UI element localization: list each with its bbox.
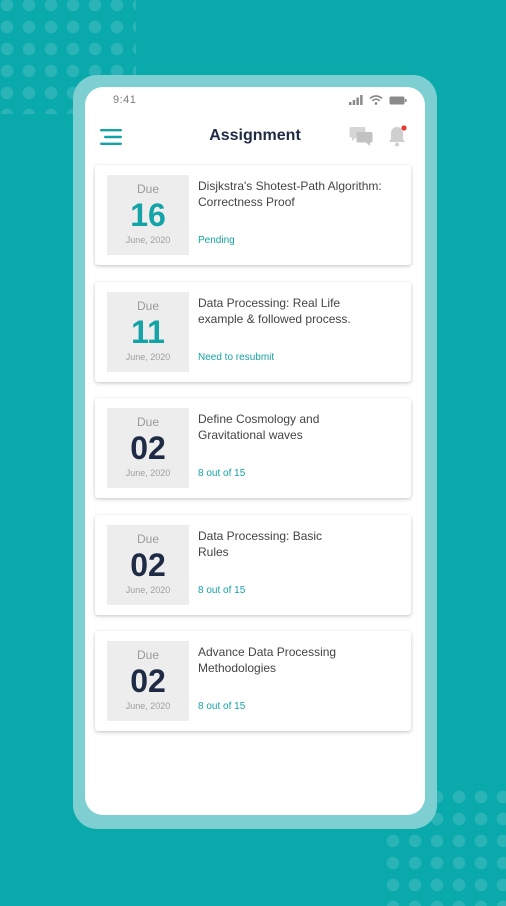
due-month-year: June, 2020	[125, 701, 171, 711]
due-label: Due	[136, 299, 159, 313]
app-bar: Assignment	[85, 117, 425, 157]
due-month-year: June, 2020	[125, 585, 171, 595]
chat-bubbles-icon	[349, 127, 373, 146]
due-date-box: Due 02 June, 2020	[107, 641, 189, 721]
chat-button[interactable]	[349, 125, 373, 147]
due-day: 02	[130, 430, 166, 466]
assignment-card[interactable]: Due 16 June, 2020 Disjkstra's Shotest-Pa…	[95, 165, 411, 265]
assignment-status: 8 out of 15	[198, 468, 246, 479]
assignment-card[interactable]: Due 02 June, 2020 Define Cosmology and G…	[95, 398, 411, 498]
due-date-box: Due 02 June, 2020	[107, 525, 189, 605]
phone-frame: 9:41 Assignment Due 16 June, 2020 Disjks…	[73, 75, 437, 829]
due-month-year: June, 2020	[125, 468, 171, 478]
assignment-title: Define Cosmology and Gravitational waves	[198, 412, 320, 442]
assignment-status: Pending	[198, 235, 235, 246]
due-day: 11	[131, 314, 165, 350]
due-date-box: Due 16 June, 2020	[107, 175, 189, 255]
due-day: 02	[130, 547, 166, 583]
bell-icon	[389, 125, 407, 147]
due-month-year: June, 2020	[125, 352, 171, 362]
assignment-title: Disjkstra's Shotest-Path Algorithm: Corr…	[198, 179, 382, 209]
notifications-button[interactable]	[387, 124, 409, 148]
due-date-box: Due 02 June, 2020	[107, 408, 189, 488]
assignment-title: Advance Data Processing Methodologies	[198, 645, 337, 675]
signal-icon	[349, 95, 363, 105]
due-label: Due	[136, 648, 159, 662]
assignment-card[interactable]: Due 02 June, 2020 Advance Data Processin…	[95, 631, 411, 731]
assignment-card[interactable]: Due 02 June, 2020 Data Processing: Basic…	[95, 515, 411, 615]
phone-screen: 9:41 Assignment Due 16 June, 2020 Disjks…	[85, 87, 425, 815]
assignment-status: 8 out of 15	[198, 701, 246, 712]
due-day: 02	[130, 663, 166, 699]
assignment-status: 8 out of 15	[198, 585, 246, 596]
due-label: Due	[136, 182, 159, 196]
battery-icon	[389, 96, 407, 104]
assignment-title: Data Processing: Basic Rules	[198, 529, 323, 559]
status-icons	[349, 95, 407, 105]
status-time: 9:41	[113, 94, 137, 106]
status-bar: 9:41	[85, 87, 425, 115]
due-date-box: Due 11 June, 2020	[107, 292, 189, 372]
due-label: Due	[136, 532, 159, 546]
due-day: 16	[130, 197, 166, 233]
due-label: Due	[136, 415, 159, 429]
due-month-year: June, 2020	[125, 235, 171, 245]
assignment-title: Data Processing: Real Life example & fol…	[198, 296, 351, 326]
assignment-status: Need to resubmit	[198, 352, 275, 363]
wifi-icon	[369, 95, 383, 105]
page-title: Assignment	[209, 127, 301, 144]
assignment-card[interactable]: Due 11 June, 2020 Data Processing: Real …	[95, 282, 411, 382]
